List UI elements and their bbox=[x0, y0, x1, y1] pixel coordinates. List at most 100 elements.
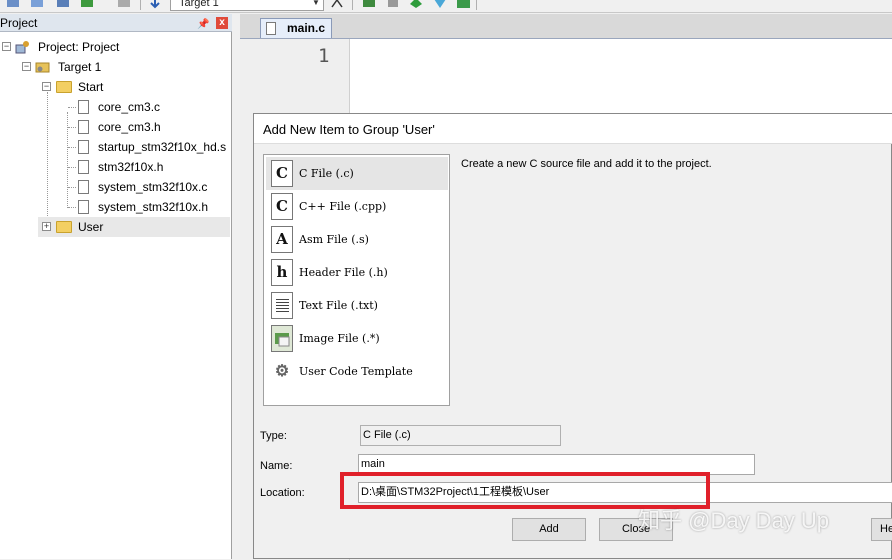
tree-item-file[interactable]: system_stm32f10x.h bbox=[0, 197, 232, 217]
add-button[interactable]: Add bbox=[512, 518, 586, 541]
type-item-user-code-template[interactable]: ⚙ User Code Template bbox=[266, 355, 448, 388]
file-icon bbox=[78, 120, 89, 134]
pin-icon[interactable]: 📌 bbox=[197, 16, 209, 30]
collapse-icon[interactable]: − bbox=[42, 82, 51, 91]
file-type-list: C C File (.c) C C++ File (.cpp) A Asm Fi… bbox=[263, 154, 450, 406]
rebuild-icon[interactable] bbox=[56, 0, 71, 9]
file-icon bbox=[78, 160, 89, 174]
type-item-label: Image File (.*) bbox=[299, 332, 380, 345]
tree-item-project[interactable]: − Project: Project bbox=[0, 37, 232, 57]
target-icon bbox=[35, 62, 50, 73]
toolbar-separator bbox=[352, 0, 353, 10]
line-number: 1 bbox=[318, 45, 330, 67]
type-value: C File (.c) bbox=[360, 425, 561, 446]
tree-guide bbox=[68, 207, 76, 208]
folder-open-icon bbox=[56, 81, 72, 93]
tree-item-target[interactable]: − Target 1 bbox=[0, 57, 232, 77]
batch-build-icon[interactable] bbox=[30, 0, 45, 9]
add-new-item-dialog: Add New Item to Group 'User' C C File (.… bbox=[253, 113, 892, 559]
type-item-cpp-file[interactable]: C C++ File (.cpp) bbox=[266, 190, 448, 223]
text-file-icon bbox=[271, 292, 293, 319]
tree-label-user: User bbox=[78, 220, 104, 234]
manage-components-icon[interactable] bbox=[362, 0, 377, 9]
name-input[interactable]: main bbox=[358, 454, 755, 475]
file-icon bbox=[78, 200, 89, 214]
cpp-file-icon: C bbox=[271, 193, 293, 220]
target-select-value: Target 1 bbox=[179, 0, 219, 9]
location-input[interactable]: D:\桌面\STM32Project\1工程模板\User bbox=[358, 482, 892, 503]
name-label: Name: bbox=[260, 460, 293, 472]
type-item-image-file[interactable]: Image File (.*) bbox=[266, 322, 448, 355]
tree-label-target: Target 1 bbox=[58, 60, 102, 74]
project-pane: Project 📌 x − Project: Project − Target … bbox=[0, 14, 232, 559]
tree-label-start: Start bbox=[78, 80, 104, 94]
stop-build-icon[interactable] bbox=[117, 0, 132, 9]
tree-item-group-user[interactable]: + User bbox=[38, 217, 230, 237]
type-item-label: C++ File (.cpp) bbox=[299, 200, 387, 213]
type-item-asm-file[interactable]: A Asm File (.s) bbox=[266, 223, 448, 256]
toolbar-separator bbox=[140, 0, 141, 10]
file-extensions-icon[interactable] bbox=[386, 0, 401, 9]
project-pane-header: Project 📌 x bbox=[0, 14, 232, 32]
chevron-down-icon[interactable]: ▼ bbox=[309, 0, 323, 10]
build-icon[interactable] bbox=[6, 0, 21, 9]
tree-item-file[interactable]: core_cm3.c bbox=[0, 97, 232, 117]
tree-item-file[interactable]: stm32f10x.h bbox=[0, 157, 232, 177]
tree-label-file: core_cm3.c bbox=[98, 100, 161, 114]
tree-guide bbox=[68, 107, 76, 108]
expand-icon[interactable]: + bbox=[42, 222, 51, 231]
item-description: Create a new C source file and add it to… bbox=[461, 158, 712, 170]
target-select[interactable]: Target 1 ▼ bbox=[170, 0, 324, 11]
tree-guide bbox=[68, 187, 76, 188]
tab-label: main.c bbox=[287, 21, 326, 35]
tree-item-group-start[interactable]: − Start bbox=[0, 77, 232, 97]
tree-label-project: Project: Project bbox=[38, 40, 120, 54]
type-item-text-file[interactable]: Text File (.txt) bbox=[266, 289, 448, 322]
file-icon bbox=[266, 22, 276, 35]
toolbar-separator bbox=[476, 0, 477, 10]
image-file-icon bbox=[271, 325, 293, 352]
select-packs-icon[interactable] bbox=[433, 0, 448, 9]
toolbar: Target 1 ▼ bbox=[0, 0, 892, 13]
pack-installer-icon[interactable] bbox=[409, 0, 424, 9]
type-item-label: User Code Template bbox=[299, 365, 413, 378]
watermark: 知乎 @Day Day Up bbox=[638, 508, 830, 533]
header-file-icon: h bbox=[271, 259, 293, 286]
type-item-label: Text File (.txt) bbox=[299, 299, 378, 312]
type-item-label: C File (.c) bbox=[299, 167, 354, 180]
tree-item-file[interactable]: startup_stm32f10x_hd.s bbox=[0, 137, 232, 157]
project-pane-title: Project bbox=[0, 16, 38, 30]
collapse-icon[interactable]: − bbox=[2, 42, 11, 51]
close-icon[interactable]: x bbox=[216, 17, 228, 29]
file-icon bbox=[78, 100, 89, 114]
tree-item-file[interactable]: core_cm3.h bbox=[0, 117, 232, 137]
gear-icon: ⚙ bbox=[274, 361, 290, 380]
tree-label-file: system_stm32f10x.c bbox=[98, 180, 208, 194]
c-file-icon: C bbox=[271, 160, 293, 187]
location-label: Location: bbox=[260, 487, 305, 499]
tree-guide bbox=[68, 147, 76, 148]
download-icon[interactable] bbox=[148, 0, 163, 9]
type-item-c-file[interactable]: C C File (.c) bbox=[266, 157, 448, 190]
dialog-titlebar[interactable]: Add New Item to Group 'User' bbox=[254, 114, 892, 144]
tree-label-file: startup_stm32f10x_hd.s bbox=[98, 140, 227, 154]
target-options-icon[interactable] bbox=[330, 0, 345, 9]
folder-icon bbox=[56, 221, 72, 233]
project-icon bbox=[15, 41, 29, 54]
tree-label-file: system_stm32f10x.h bbox=[98, 200, 209, 214]
file-icon bbox=[78, 180, 89, 194]
tree-item-file[interactable]: system_stm32f10x.c bbox=[0, 177, 232, 197]
type-item-header-file[interactable]: h Header File (.h) bbox=[266, 256, 448, 289]
type-item-label: Header File (.h) bbox=[299, 266, 388, 279]
dialog-title: Add New Item to Group 'User' bbox=[263, 122, 435, 137]
collapse-icon[interactable]: − bbox=[22, 62, 31, 71]
type-label: Type: bbox=[260, 430, 287, 442]
load-icon[interactable] bbox=[80, 0, 95, 9]
tree-guide bbox=[68, 127, 76, 128]
tree-guide bbox=[68, 167, 76, 168]
help-button[interactable]: He bbox=[871, 518, 892, 541]
file-icon bbox=[78, 140, 89, 154]
tree-label-file: stm32f10x.h bbox=[98, 160, 164, 174]
tab-main-c[interactable]: main.c bbox=[260, 18, 332, 38]
run-time-env-icon[interactable] bbox=[456, 0, 471, 9]
